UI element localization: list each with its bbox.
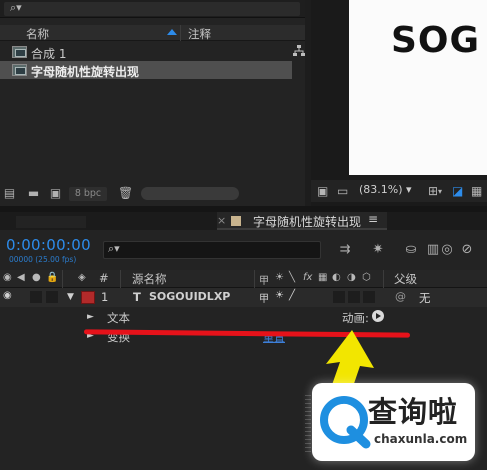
column-source-name[interactable]: 源名称 (132, 271, 167, 287)
menu-icon[interactable]: ≡ (368, 212, 378, 226)
bit-depth-button[interactable]: 8 bpc (69, 187, 107, 201)
chevron-down-icon[interactable]: ▾ (438, 187, 442, 196)
scribble-mark (305, 395, 311, 455)
collapse-switch-icon[interactable]: ☀ (275, 272, 284, 283)
trash-icon[interactable]: 🗑 (118, 187, 133, 200)
animate-label[interactable]: 动画: (342, 310, 369, 326)
column-divider[interactable] (62, 270, 63, 288)
quality-switch-icon[interactable]: ╲ (289, 272, 295, 283)
switch-toggle[interactable] (363, 291, 375, 303)
watermark-cn-text: 查询啦 (368, 395, 459, 429)
text-layer-icon: T (133, 290, 141, 304)
tab-underline (217, 228, 387, 230)
column-divider[interactable] (254, 270, 255, 288)
region-of-interest-icon[interactable]: ◪ (452, 184, 463, 198)
column-parent[interactable]: 父级 (394, 271, 417, 287)
label-icon[interactable]: ◈ (78, 272, 86, 283)
watermark-badge: 查询啦 chaxunla.com (312, 383, 475, 461)
solo-icon[interactable]: ● (32, 272, 41, 283)
composition-canvas[interactable]: SOG (349, 0, 487, 175)
magnifier-logo-icon (320, 396, 371, 449)
layer-name[interactable]: SOGOUIDLXP (149, 290, 230, 303)
column-divider[interactable] (180, 25, 181, 41)
zoom-level[interactable]: (83.1%) ▾ (359, 183, 412, 196)
3d-layer-switch-icon[interactable]: ⬡ (362, 272, 371, 283)
adjustment-layer-switch-icon[interactable]: ◑ (347, 272, 356, 283)
project-search-input[interactable]: ⌕▾ (4, 1, 300, 16)
search-icon: ⌕▾ (108, 242, 120, 255)
horizontal-scrollbar[interactable] (141, 187, 239, 200)
close-icon[interactable]: × (217, 214, 226, 227)
audio-icon[interactable]: ◀ (17, 272, 25, 283)
sort-ascending-icon[interactable] (167, 29, 177, 35)
graph-editor-icon[interactable]: ⊘ (458, 241, 476, 259)
effects-switch-icon[interactable]: fx (303, 272, 312, 283)
current-time-display[interactable]: 0:00:00:00 (6, 236, 91, 254)
project-column-header: 名称 注释 (0, 25, 305, 41)
column-name[interactable]: 名称 (26, 26, 49, 42)
project-item-label: 字母随机性旋转出现 (31, 65, 140, 79)
new-folder-icon[interactable]: ▬ (26, 187, 41, 200)
project-item-label: 合成 1 (31, 47, 67, 61)
layer-row[interactable]: ◉ ▼ 1 T SOGOUIDLXP 甲 ☀ ╱ @ 无 (0, 288, 487, 307)
new-composition-icon[interactable]: ▣ (48, 187, 63, 200)
lock-toggle[interactable] (46, 291, 58, 303)
eye-icon[interactable]: ◉ (3, 290, 12, 301)
parent-dropdown[interactable]: 无 (419, 290, 431, 306)
canvas-text: SOG (391, 20, 481, 61)
watermark-en-text: chaxunla.com (374, 432, 468, 446)
shy-switch-icon[interactable]: 甲 (259, 272, 269, 287)
collapse-switch-icon[interactable]: ☀ (275, 290, 284, 301)
play-icon[interactable] (372, 310, 384, 322)
resolution-icon[interactable]: ⊞ (428, 184, 438, 198)
lock-icon[interactable]: 🔒 (46, 272, 58, 283)
column-comment[interactable]: 注释 (188, 26, 211, 42)
blurred-region (16, 216, 86, 228)
layer-number: 1 (101, 290, 109, 304)
column-layer-number: # (99, 271, 109, 285)
chevron-down-icon: ▾ (406, 183, 412, 196)
viewer-toolbar: ▣ ▭ (83.1%) ▾ ⊞ ▾ ◪ ▦ (311, 180, 487, 202)
shy-switch-icon[interactable]: 甲 (259, 290, 269, 305)
timeline-column-header: ◉ ◀ ● 🔒 ◈ # 源名称 甲 ☀ ╲ fx ▦ ◐ ◑ ⬡ 父级 (0, 270, 487, 288)
pick-whip-icon[interactable]: @ (395, 290, 406, 303)
shy-layers-icon[interactable]: ⛀ (402, 241, 420, 259)
collapse-triangle-icon[interactable]: ► (87, 312, 94, 322)
text-group-label: 文本 (107, 311, 130, 325)
column-divider[interactable] (383, 270, 384, 288)
composition-icon (12, 64, 27, 76)
switch-toggle[interactable] (348, 291, 360, 303)
motion-blur-icon[interactable]: ◎ (438, 241, 456, 259)
search-icon: ⌕▾ (10, 1, 22, 14)
monitor-icon[interactable]: ▭ (337, 184, 348, 198)
text-property-group[interactable]: ► 文本 动画: (0, 308, 487, 327)
project-search-bar: ⌕▾ (0, 0, 305, 18)
transform-property-group[interactable]: ► 变换 重置 (0, 327, 487, 346)
tab-composition[interactable]: × 字母随机性旋转出现 ≡ (217, 212, 387, 230)
snapshot-icon[interactable]: ▣ (317, 184, 328, 198)
composition-color-swatch (231, 216, 241, 226)
composition-viewer: SOG ▣ ▭ (83.1%) ▾ ⊞ ▾ ◪ ▦ (311, 0, 487, 206)
draft-3d-icon[interactable]: ✷ (369, 241, 387, 259)
transparency-grid-icon[interactable]: ▦ (471, 184, 482, 198)
project-footer-toolbar: ▤ ▬ ▣ 8 bpc 🗑 (0, 183, 305, 205)
motion-blur-switch-icon[interactable]: ◐ (332, 272, 341, 283)
composition-mini-flowchart-icon[interactable]: ⇉ (336, 241, 354, 259)
column-divider[interactable] (120, 270, 121, 288)
eye-icon[interactable]: ◉ (3, 272, 12, 283)
composition-icon (12, 46, 27, 58)
project-item-comp-1[interactable]: 合成 1 (0, 43, 292, 61)
layer-label-color[interactable] (81, 291, 95, 304)
quality-switch-icon[interactable]: ╱ (289, 290, 295, 301)
switch-toggle[interactable] (333, 291, 345, 303)
flowchart-icon[interactable] (292, 44, 306, 58)
expand-triangle-icon[interactable]: ▼ (67, 292, 74, 302)
frame-blend-switch-icon[interactable]: ▦ (318, 272, 327, 283)
interpret-footage-icon[interactable]: ▤ (2, 187, 17, 200)
frame-rate-display: 00000 (25.00 fps) (9, 255, 77, 264)
solo-toggle[interactable] (30, 291, 42, 303)
timeline-search-input[interactable]: ⌕▾ (103, 241, 321, 259)
zoom-value: (83.1%) (359, 183, 403, 196)
project-item-selected-comp[interactable]: 字母随机性旋转出现 (0, 61, 292, 79)
